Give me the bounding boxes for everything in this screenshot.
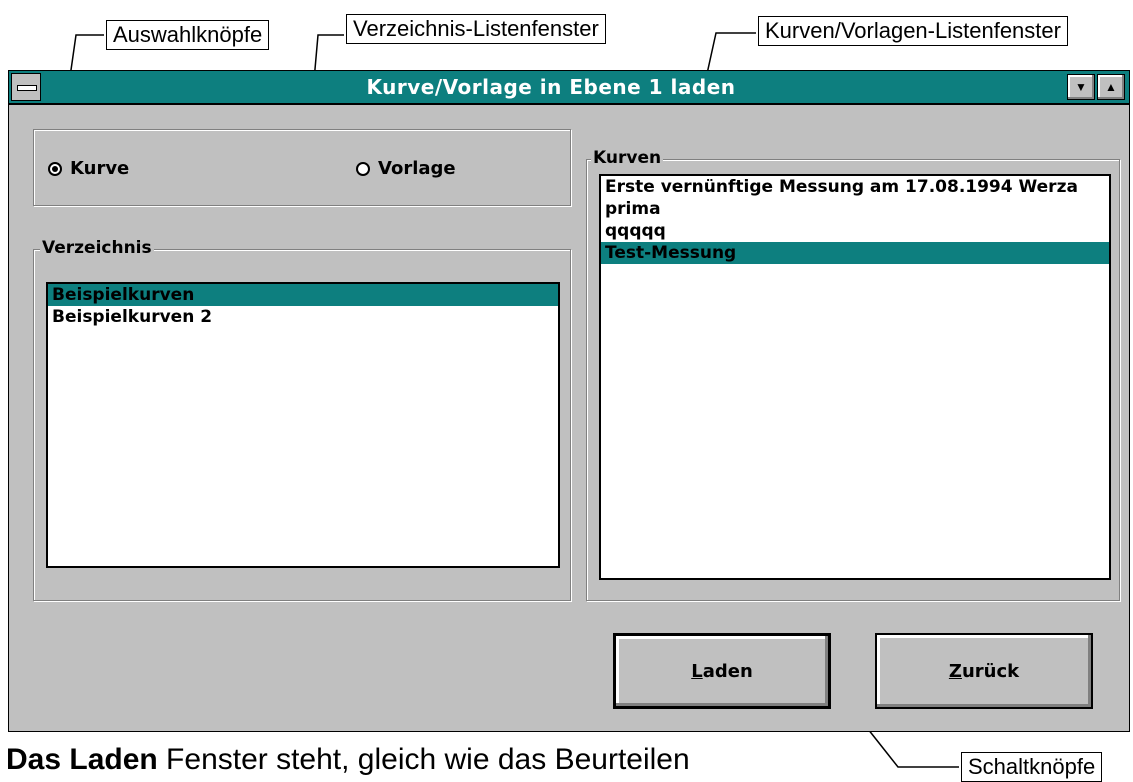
radio-unchecked-icon xyxy=(356,162,370,176)
radio-kurve[interactable]: Kurve xyxy=(48,158,129,180)
callout-buttons: Schaltknöpfe xyxy=(961,752,1103,782)
maximize-button[interactable]: ▲ xyxy=(1097,74,1125,100)
system-menu-icon[interactable] xyxy=(11,73,41,101)
load-button[interactable]: Laden xyxy=(613,633,831,709)
curves-listbox[interactable]: Erste vernünftige Messung am 17.08.1994 … xyxy=(599,174,1111,580)
curves-group: Kurven Erste vernünftige Messung am 17.0… xyxy=(586,148,1120,601)
load-curve-dialog: Kurve/Vorlage in Ebene 1 laden ▼ ▲ Kurve… xyxy=(8,70,1130,732)
callout-curve-list: Kurven/Vorlagen-Listenfenster xyxy=(758,16,1068,46)
load-button-mnemonic: L xyxy=(691,660,703,682)
caption-bold: Das Laden xyxy=(6,743,158,776)
radio-kurve-label: Kurve xyxy=(70,158,130,179)
directory-group-label: Verzeichnis xyxy=(40,238,154,258)
title-bar[interactable]: Kurve/Vorlage in Ebene 1 laden ▼ ▲ xyxy=(9,71,1129,105)
curve-item[interactable]: Erste vernünftige Messung am 17.08.1994 … xyxy=(601,176,1109,198)
directory-listbox[interactable]: Beispielkurven Beispielkurven 2 xyxy=(46,282,560,568)
directory-item[interactable]: Beispielkurven 2 xyxy=(48,306,558,328)
load-button-label: aden xyxy=(702,660,753,682)
directory-item[interactable]: Beispielkurven xyxy=(48,284,558,306)
radio-checked-icon xyxy=(48,162,62,176)
curve-item[interactable]: qqqqq xyxy=(601,220,1109,242)
radio-vorlage[interactable]: Vorlage xyxy=(356,158,456,180)
minimize-button[interactable]: ▼ xyxy=(1067,74,1095,100)
callout-radio-buttons: Auswahlknöpfe xyxy=(106,20,270,50)
caption-rest: Fenster steht, gleich wie das Beurteilen xyxy=(157,743,690,776)
curves-group-label: Kurven xyxy=(591,148,664,168)
back-button-label: urück xyxy=(961,660,1020,682)
curve-item[interactable]: Test-Messung xyxy=(601,242,1109,264)
back-button[interactable]: Zurück xyxy=(875,633,1093,709)
selection-group: Kurve Vorlage xyxy=(33,129,571,206)
caption-text: Das Laden Fenster steht, gleich wie das … xyxy=(6,740,690,780)
directory-group: Verzeichnis Beispielkurven Beispielkurve… xyxy=(33,238,571,601)
dialog-title: Kurve/Vorlage in Ebene 1 laden xyxy=(366,75,736,99)
radio-vorlage-label: Vorlage xyxy=(378,158,456,179)
back-button-mnemonic: Z xyxy=(948,660,962,682)
callout-directory-list: Verzeichnis-Listenfenster xyxy=(346,14,606,44)
curve-item[interactable]: prima xyxy=(601,198,1109,220)
